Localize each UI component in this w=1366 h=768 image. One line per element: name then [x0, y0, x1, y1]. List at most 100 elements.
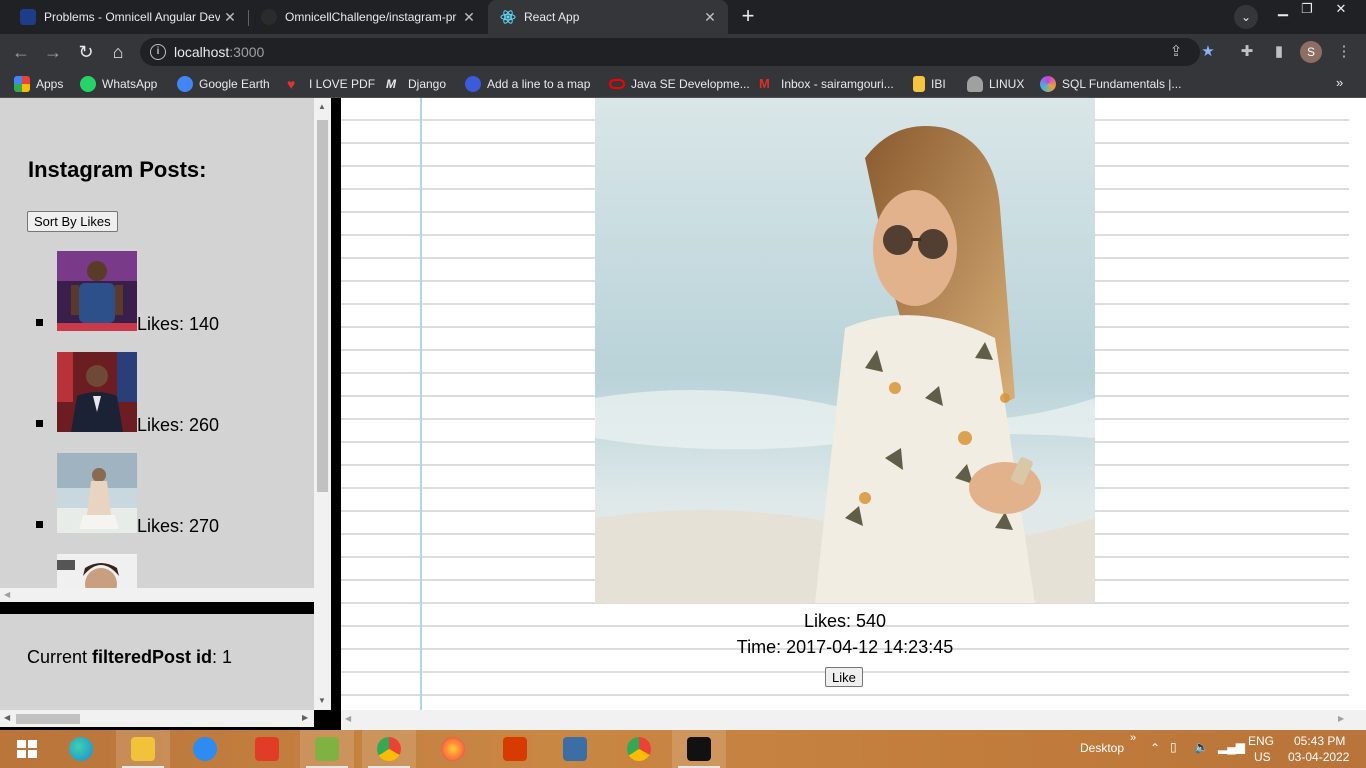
tab-label: Problems - Omnicell Angular Dev — [44, 10, 220, 24]
left-horizontal-scrollbar[interactable]: ◀ ▶ — [0, 710, 314, 727]
tab-github[interactable]: OmnicellChallenge/instagram-pr ✕ — [249, 0, 487, 34]
forward-arrow-icon[interactable]: → — [41, 40, 65, 64]
bookmark-google-earth[interactable]: Google Earth — [177, 76, 270, 92]
close-tab-icon[interactable]: ✕ — [461, 9, 477, 25]
volume-icon[interactable]: 🔈 — [1194, 740, 1209, 754]
list-bullet — [36, 521, 43, 528]
right-vertical-scrollbar[interactable] — [1349, 98, 1366, 710]
right-horizontal-scrollbar[interactable]: ◀ ▶ — [341, 710, 1366, 730]
bookmark-linux[interactable]: LINUX — [967, 76, 1024, 92]
like-button[interactable]: Like — [825, 667, 863, 687]
post-thumbnail[interactable] — [57, 453, 137, 533]
bookmarks-overflow-icon[interactable]: » — [1336, 75, 1343, 90]
scroll-right-arrow-icon[interactable]: ▶ — [1338, 714, 1344, 723]
signal-icon[interactable]: ▂▄▆ — [1218, 740, 1245, 754]
sync-icon[interactable] — [178, 730, 232, 768]
status-value: : 1 — [212, 647, 233, 667]
bookmarks-bar: Apps WhatsApp Google Earth ♥ I LOVE PDF M… — [0, 70, 1366, 98]
language-bottom[interactable]: US — [1254, 750, 1271, 764]
bookmark-sql[interactable]: SQL Fundamentals |... — [1040, 76, 1181, 92]
notepad-plus-icon[interactable] — [300, 730, 354, 768]
window-close-icon[interactable]: ✕ — [1326, 0, 1356, 18]
post-detail-pane: Likes: 540 Time: 2017-04-12 14:23:45 Lik… — [341, 98, 1366, 730]
chrome-icon[interactable] — [612, 730, 666, 768]
django-icon: M — [386, 77, 396, 91]
network-icon[interactable]: ▯ — [1170, 740, 1177, 754]
bookmark-star-icon[interactable]: ★ — [1198, 42, 1218, 62]
sort-by-likes-button[interactable]: Sort By Likes — [27, 211, 118, 232]
remote-desktop-icon[interactable] — [548, 730, 602, 768]
bookmark-add-line[interactable]: Add a line to a map — [465, 76, 590, 92]
home-icon[interactable]: ⌂ — [106, 40, 130, 64]
scrollbar-thumb[interactable] — [16, 714, 80, 724]
left-vertical-scrollbar[interactable]: ▲ ▼ — [314, 98, 331, 710]
firefox-icon[interactable] — [426, 730, 480, 768]
post-list-item[interactable]: Likes: 140 — [36, 251, 296, 334]
scroll-left-arrow-icon[interactable]: ◀ — [345, 714, 351, 723]
scrollbar-thumb[interactable] — [317, 120, 328, 492]
post-thumbnail[interactable] — [57, 352, 137, 432]
tab-react-app[interactable]: React App ✕ — [488, 0, 728, 34]
share-icon[interactable]: ⇪ — [1166, 42, 1186, 62]
restore-icon[interactable]: ❐ — [1292, 0, 1322, 18]
clock-time[interactable]: 05:43 PM — [1294, 734, 1345, 748]
start-button[interactable] — [0, 730, 54, 768]
scroll-left-arrow-icon[interactable]: ◀ — [4, 713, 10, 722]
post-list-item[interactable]: Likes: 260 — [36, 352, 296, 435]
post-list-item[interactable] — [36, 554, 296, 588]
desktop-chevron-icon[interactable]: » — [1130, 732, 1136, 744]
bookmark-ibi[interactable]: IBI — [913, 76, 946, 92]
file-explorer-icon[interactable] — [116, 730, 170, 768]
post-thumbnail[interactable] — [57, 554, 137, 588]
extensions-puzzle-icon[interactable]: ✚ — [1237, 42, 1257, 62]
language-top[interactable]: ENG — [1248, 734, 1274, 748]
whatsapp-icon — [80, 76, 96, 92]
site-info-icon[interactable]: i — [150, 44, 166, 60]
bookmark-label: Apps — [36, 77, 64, 91]
heart-icon: ♥ — [287, 76, 296, 92]
menu-kebab-icon[interactable]: ⋮ — [1334, 42, 1354, 62]
address-bar[interactable]: i localhost:3000 ⇪ ★ — [140, 38, 1215, 66]
post-list-item[interactable]: Likes: 270 — [36, 453, 296, 536]
bookmark-java-se[interactable]: Java SE Developme... — [609, 76, 750, 92]
scroll-left-arrow-icon[interactable]: ◀ — [4, 590, 10, 599]
close-tab-icon[interactable]: ✕ — [222, 9, 238, 25]
bookmark-gmail[interactable]: M Inbox - sairamgouri... — [759, 76, 894, 92]
bookmark-label: SQL Fundamentals |... — [1062, 77, 1182, 91]
desktop-toolbar-label[interactable]: Desktop — [1080, 741, 1124, 755]
list-bullet — [36, 420, 43, 427]
windows-taskbar: Desktop » ⌃ ▯ 🔈 ▂▄▆ ENG US 05:43 PM 03-0… — [0, 730, 1366, 768]
terminal-icon[interactable] — [672, 730, 726, 768]
headphones-icon[interactable] — [240, 730, 294, 768]
tab-search-chevron-icon[interactable]: ⌄ — [1234, 5, 1258, 29]
edge-icon[interactable] — [54, 730, 108, 768]
tab-problems[interactable]: Problems - Omnicell Angular Dev ✕ — [8, 0, 248, 34]
bookmark-apps[interactable]: Apps — [14, 76, 63, 92]
profile-avatar[interactable]: S — [1300, 41, 1322, 63]
chrome-profile-icon[interactable] — [362, 730, 416, 768]
office-icon[interactable] — [488, 730, 542, 768]
post-likes: Likes: 260 — [137, 415, 220, 435]
url-port: :3000 — [229, 44, 265, 60]
side-panel-icon[interactable]: ▮ — [1269, 42, 1289, 62]
bookmark-label: LINUX — [989, 77, 1025, 91]
post-thumbnail[interactable] — [57, 251, 137, 331]
scroll-up-arrow-icon[interactable]: ▲ — [318, 102, 326, 111]
bookmark-label: I LOVE PDF — [309, 77, 376, 91]
posts-horizontal-scrollbar[interactable]: ◀ — [0, 588, 314, 602]
linux-icon — [967, 76, 983, 92]
scroll-down-arrow-icon[interactable]: ▼ — [318, 696, 326, 705]
clock-date[interactable]: 03-04-2022 — [1288, 750, 1349, 764]
bookmark-whatsapp[interactable]: WhatsApp — [80, 76, 157, 92]
close-tab-icon[interactable]: ✕ — [702, 9, 718, 25]
tray-expand-icon[interactable]: ⌃ — [1150, 741, 1160, 755]
bookmark-label: WhatsApp — [102, 77, 158, 91]
scroll-right-arrow-icon[interactable]: ▶ — [302, 713, 308, 722]
back-arrow-icon[interactable]: ← — [9, 40, 33, 64]
new-tab-button[interactable]: + — [736, 5, 760, 29]
reload-icon[interactable]: ↻ — [74, 40, 98, 64]
github-icon — [261, 9, 277, 25]
bookmark-django[interactable]: M Django — [386, 76, 446, 92]
current-post-panel: Current filteredPost id: 1 — [0, 614, 314, 710]
bookmark-ilovepdf[interactable]: ♥ I LOVE PDF — [287, 76, 375, 92]
